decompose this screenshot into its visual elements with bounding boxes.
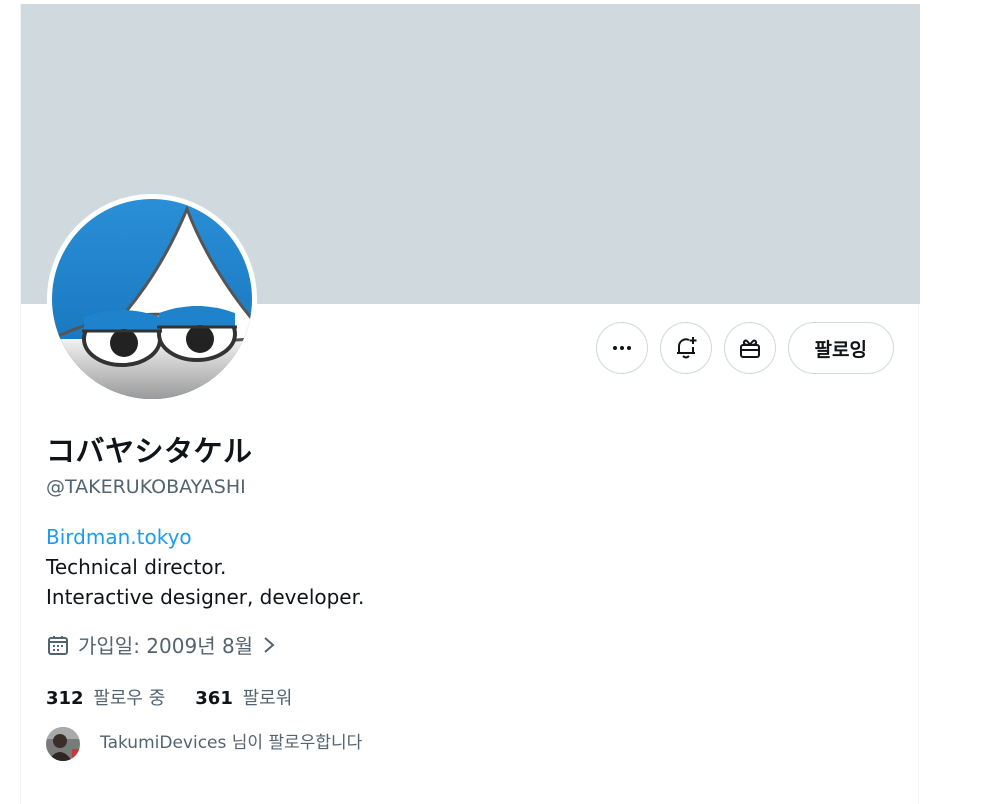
bio-line: Technical director.: [46, 555, 227, 579]
user-handle: @TAKERUKOBAYASHI: [46, 476, 246, 498]
more-horizontal-icon: [612, 346, 631, 350]
calendar-icon: [48, 635, 68, 655]
following-label: 팔로우 중: [93, 688, 166, 709]
followers-count: 361: [195, 688, 233, 709]
gift-button[interactable]: [723, 322, 776, 374]
avatar-image: [52, 199, 252, 399]
followers-label: 팔로워: [242, 688, 293, 709]
website-link[interactable]: Birdman.tokyo: [46, 522, 364, 552]
page: 팔로잉 コバヤシタケル @TAKERUKOBAYASHI Birdman.tok…: [0, 0, 996, 804]
bio-line: Interactive designer, developer.: [46, 585, 365, 609]
following-button[interactable]: 팔로잉: [787, 322, 894, 374]
chevron-right-icon: [264, 636, 275, 653]
joined-date[interactable]: 가입일: 2009년 8월: [46, 630, 277, 659]
joined-text: 가입일: 2009년 8월: [78, 634, 254, 658]
followed-by[interactable]: TakumiDevices 님이 팔로우합니다: [46, 727, 362, 761]
profile-bio: Birdman.tokyo Technical director. Intera…: [46, 522, 364, 612]
display-name: コバヤシタケル: [46, 434, 253, 468]
follow-stats: 312 팔로우 중 361 팔로워: [46, 684, 292, 710]
followers-stat[interactable]: 361 팔로워: [195, 684, 292, 710]
profile-avatar[interactable]: [47, 194, 257, 404]
following-stat[interactable]: 312 팔로우 중: [46, 684, 165, 710]
follower-avatar: [46, 727, 80, 761]
followed-by-text: TakumiDevices 님이 팔로우합니다: [100, 732, 363, 753]
notify-button[interactable]: [659, 322, 712, 374]
more-button[interactable]: [595, 322, 648, 374]
following-count: 312: [46, 688, 84, 709]
bell-plus-icon: [676, 337, 697, 359]
profile-actions: 팔로잉: [595, 322, 894, 374]
follower-avatar-image: [46, 727, 80, 761]
gift-icon: [739, 339, 760, 358]
profile-card: 팔로잉 コバヤシタケル @TAKERUKOBAYASHI Birdman.tok…: [20, 4, 920, 804]
